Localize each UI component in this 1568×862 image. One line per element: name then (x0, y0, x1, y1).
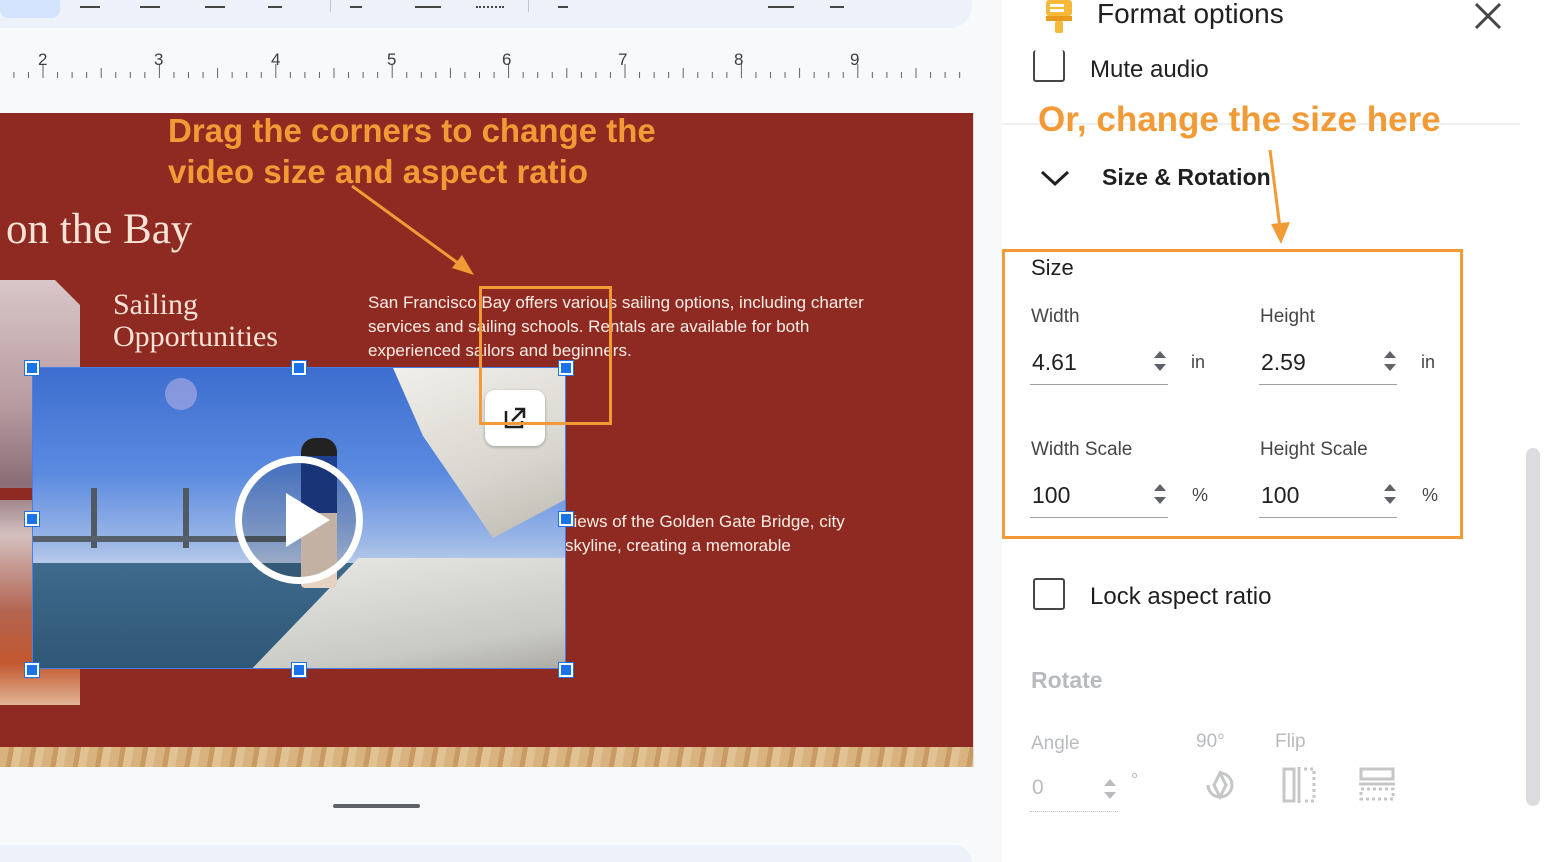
shape-tool-icon[interactable] (205, 0, 225, 8)
edit-icon[interactable] (830, 0, 844, 8)
ruler-ticks (13, 64, 961, 78)
slide-subtitle[interactable]: Sailing Opportunities (113, 289, 343, 353)
ruler-number: 3 (154, 50, 164, 69)
border-dash-icon[interactable] (476, 0, 504, 8)
ruler-number: 7 (618, 50, 628, 69)
resize-handle-right[interactable] (558, 511, 574, 527)
ruler-number: 9 (850, 50, 860, 69)
resize-handle-left[interactable] (24, 511, 40, 527)
wood-border (0, 747, 973, 767)
slide-canvas[interactable]: on the Bay Sailing Opportunities San Fra… (0, 113, 974, 767)
toolbar (0, 0, 972, 28)
slide-body-text[interactable]: San Francisco Bay offers various sailing… (368, 291, 888, 363)
annotation-change-size: Or, change the size here (1038, 100, 1441, 139)
text-box-tool-icon[interactable] (80, 0, 100, 8)
app-window: 2 3 4 5 6 7 8 9 on the Bay Sailing Oppor… (0, 0, 1568, 862)
paint-brush-icon (1046, 0, 1072, 33)
border-weight-icon[interactable] (415, 0, 441, 8)
ruler-number: 8 (734, 50, 744, 69)
toolbar-separator (330, 0, 331, 12)
line-tool-icon[interactable] (268, 0, 282, 8)
more-options-icon[interactable] (558, 0, 568, 8)
rotate-90-label: 90° (1196, 731, 1225, 752)
border-color-icon[interactable] (350, 0, 362, 8)
resize-handle-bottom-left[interactable] (24, 662, 40, 678)
rotate-heading: Rotate (1031, 667, 1103, 693)
flip-vertical-icon[interactable] (1357, 765, 1397, 805)
image-tool-icon[interactable] (140, 0, 160, 8)
toolbar-separator (528, 0, 529, 12)
flip-label: Flip (1275, 731, 1306, 752)
horizontal-ruler: 2 3 4 5 6 7 8 9 (0, 40, 972, 82)
angle-label: Angle (1031, 733, 1080, 754)
annotation-drag-corners: Drag the corners to change the video siz… (168, 112, 656, 190)
close-icon[interactable] (1468, 0, 1508, 34)
chevron-down-icon[interactable] (1038, 165, 1072, 189)
size-rotation-section-header[interactable]: Size & Rotation (1102, 164, 1271, 191)
mute-audio-label[interactable]: Mute audio (1090, 56, 1209, 84)
ruler-number: 6 (502, 50, 512, 69)
lock-aspect-ratio-label[interactable]: Lock aspect ratio (1090, 583, 1271, 611)
slide-title[interactable]: on the Bay (6, 205, 192, 254)
flip-horizontal-icon[interactable] (1280, 765, 1318, 805)
angle-value: 0 (1032, 776, 1044, 799)
panel-title: Format options (1097, 0, 1284, 29)
resize-handle-bottom[interactable] (291, 662, 307, 678)
resize-handle-bottom-right[interactable] (558, 662, 574, 678)
slide-body-text-2[interactable]: views of the Golden Gate Bridge, city sk… (565, 510, 905, 558)
annotation-highlight-corner (479, 286, 612, 425)
ruler-number: 5 (387, 50, 397, 69)
lock-aspect-ratio-checkbox[interactable] (1033, 578, 1065, 610)
horizontal-scrollbar[interactable] (333, 804, 420, 808)
select-tool-button[interactable] (0, 0, 60, 18)
mute-audio-checkbox[interactable] (1033, 50, 1065, 82)
comment-icon[interactable] (768, 0, 794, 8)
angle-stepper[interactable] (1102, 776, 1118, 802)
play-icon[interactable] (235, 456, 363, 584)
rotate-90-icon[interactable] (1200, 765, 1240, 805)
resize-handle-top[interactable] (291, 360, 307, 376)
panel-vertical-scrollbar[interactable] (1526, 448, 1540, 806)
annotation-highlight-size-fields (1002, 249, 1463, 539)
ruler-number: 4 (271, 50, 281, 69)
ruler-number: 2 (38, 50, 48, 69)
speaker-notes-bar[interactable] (0, 845, 972, 862)
angle-unit: ° (1131, 770, 1139, 790)
resize-handle-top-left[interactable] (24, 360, 40, 376)
